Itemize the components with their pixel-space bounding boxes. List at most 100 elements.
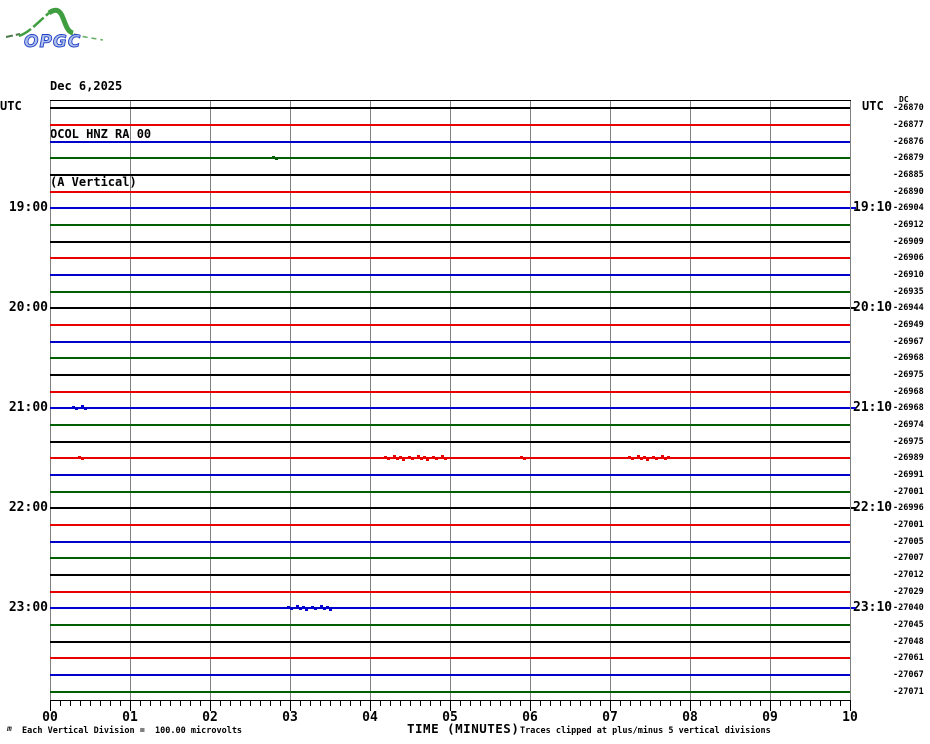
x-tick-label: 10 xyxy=(842,710,858,725)
hour-tick-right xyxy=(851,207,856,210)
trace-line xyxy=(50,574,850,576)
scale-note: Each Vertical Division = 100.00 microvol… xyxy=(22,726,243,736)
trace-line xyxy=(50,690,850,693)
trace-noise-segment xyxy=(414,457,418,460)
trace-line xyxy=(50,307,850,310)
dc-value: -26989 xyxy=(893,453,924,464)
dc-value: -27067 xyxy=(893,670,924,680)
hour-tick-right xyxy=(851,307,856,310)
dc-value: -26949 xyxy=(893,320,924,330)
trace-line xyxy=(50,124,850,126)
trace-noise-segment xyxy=(645,459,649,462)
dc-value: -26885 xyxy=(893,170,924,180)
dc-value: -26968 xyxy=(893,386,924,397)
trace-line xyxy=(50,424,850,426)
left-hour-label: 22:00 xyxy=(8,500,48,516)
dc-value: -26870 xyxy=(893,103,924,114)
trace-line xyxy=(50,257,850,260)
dc-value: -26876 xyxy=(893,136,924,147)
dc-value: -26877 xyxy=(893,120,924,130)
trace-line xyxy=(50,224,850,226)
dc-value: -26912 xyxy=(893,220,924,230)
dc-value: -26975 xyxy=(893,436,924,447)
trace-line xyxy=(50,274,850,276)
trace-noise-segment xyxy=(78,407,82,410)
trace-line xyxy=(50,140,850,143)
trace-noise-segment xyxy=(298,608,302,611)
grid-line-vertical xyxy=(850,100,851,700)
left-hour-label: 21:00 xyxy=(8,400,48,416)
x-tick-label: 08 xyxy=(682,710,698,725)
dc-value: -26974 xyxy=(893,420,924,430)
trace-noise-segment xyxy=(275,158,279,161)
trace-line xyxy=(50,657,850,660)
dc-value: -26909 xyxy=(893,236,924,247)
dc-value: -26968 xyxy=(893,403,924,414)
helicorder-plot: -26870 -26877 -26876 -26879 -26885 -26890 19:0… xyxy=(0,0,930,744)
trace-line xyxy=(50,190,850,193)
left-hour-label: 19:00 xyxy=(8,200,48,216)
dc-value: -27012 xyxy=(893,570,924,580)
trace-noise-segment xyxy=(399,456,403,459)
dc-value: -26991 xyxy=(893,470,924,480)
dc-value: -27048 xyxy=(893,636,924,647)
x-tick-label: 01 xyxy=(122,710,138,725)
dc-value: -26968 xyxy=(893,353,924,364)
dc-value: -27001 xyxy=(893,486,924,497)
trace-noise-segment xyxy=(81,405,85,408)
right-hour-label: 21:10 xyxy=(853,400,893,416)
webicorder-page: OPGC Dec 6,2025 OCOL HNZ RA 00 (A Vertic… xyxy=(0,0,930,744)
trace-line xyxy=(50,107,850,110)
dc-value: -27040 xyxy=(893,603,924,614)
left-hour-label: 23:00 xyxy=(8,600,48,616)
trace-noise-segment xyxy=(663,458,667,461)
trace-noise-segment xyxy=(639,458,643,461)
right-hour-label: 22:10 xyxy=(853,500,893,516)
trace-noise-segment xyxy=(396,458,400,461)
trace-line xyxy=(50,474,850,476)
trace-noise-segment xyxy=(292,607,296,610)
trace-noise-segment xyxy=(295,605,299,608)
dc-value: -26890 xyxy=(893,186,924,197)
trace-line xyxy=(50,374,850,376)
dc-value: -26935 xyxy=(893,286,924,297)
trace-line xyxy=(50,507,850,510)
trace-noise-segment xyxy=(304,609,308,612)
trace-line xyxy=(50,324,850,326)
trace-noise-segment xyxy=(322,608,326,611)
x-tick-label: 06 xyxy=(522,710,538,725)
dc-value: -26975 xyxy=(893,370,924,380)
trace-noise-segment xyxy=(331,607,335,610)
hour-tick-right xyxy=(851,607,856,610)
dc-value: -26967 xyxy=(893,336,924,347)
dc-value: -27071 xyxy=(893,686,924,697)
trace-line xyxy=(50,240,850,243)
trace-line xyxy=(50,157,850,160)
trace-line xyxy=(50,457,850,460)
dc-value: -27007 xyxy=(893,553,924,564)
trace-noise-segment xyxy=(393,455,397,458)
trace-noise-segment xyxy=(420,458,424,461)
plot-frame-bottom xyxy=(50,700,851,701)
trace-line xyxy=(50,490,850,493)
trace-noise-segment xyxy=(301,606,305,609)
trace-noise-segment xyxy=(390,457,394,460)
dc-value: -27045 xyxy=(893,620,924,630)
trace-noise-segment xyxy=(84,457,87,460)
trace-line xyxy=(50,607,850,610)
dc-value: -26879 xyxy=(893,153,924,164)
dc-value: -27001 xyxy=(893,520,924,530)
trace-line xyxy=(50,390,850,393)
dc-value: -27061 xyxy=(893,653,924,664)
right-hour-label: 23:10 xyxy=(853,600,893,616)
x-tick-label: 03 xyxy=(282,710,298,725)
trace-line xyxy=(50,207,850,210)
trace-line xyxy=(50,640,850,643)
dc-value: -26944 xyxy=(893,303,924,314)
trace-line xyxy=(50,174,850,176)
x-tick-label: 04 xyxy=(362,710,378,725)
stray-glyph: m xyxy=(7,724,12,733)
dc-value: -27005 xyxy=(893,536,924,547)
hour-tick-right xyxy=(851,407,856,410)
trace-noise-segment xyxy=(426,459,430,462)
